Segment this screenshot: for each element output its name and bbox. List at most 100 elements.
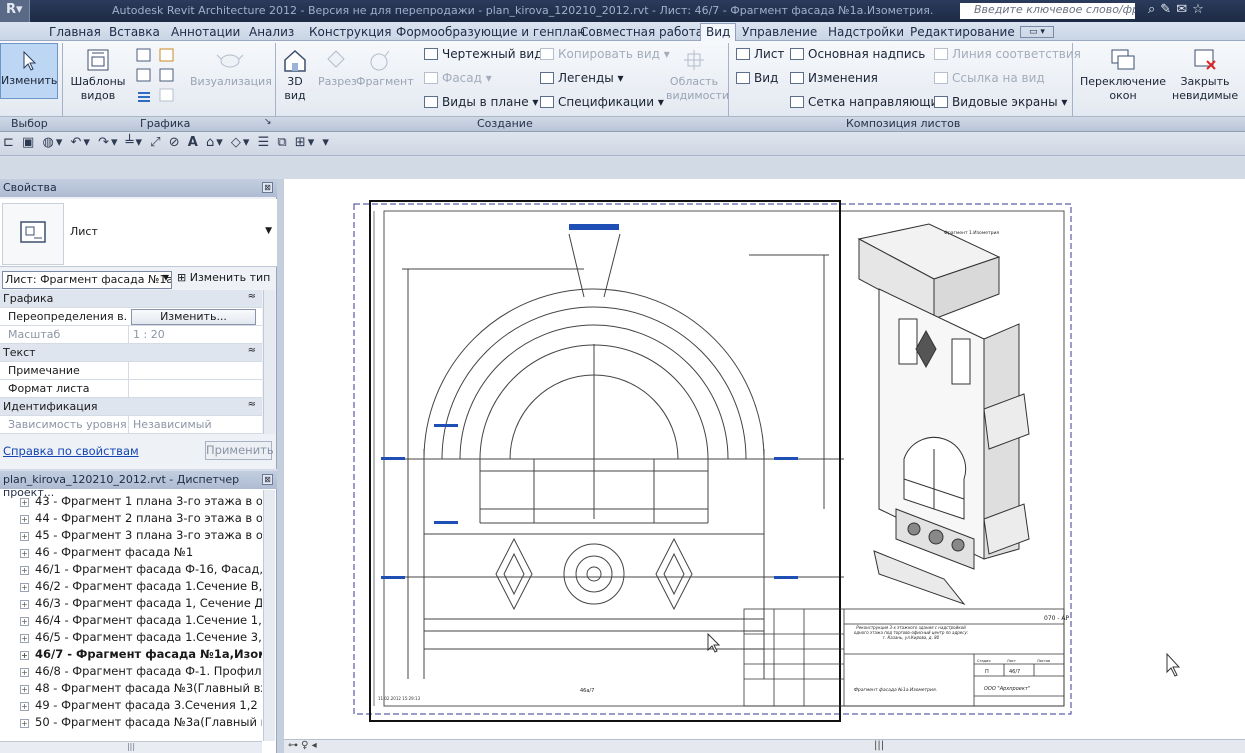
dimension-icon[interactable]: ⤢ <box>150 135 162 150</box>
title-block-button[interactable]: Основная надпись <box>790 45 925 63</box>
tab-addins[interactable]: Надстройки <box>823 24 909 41</box>
expand-icon[interactable]: + <box>20 719 29 728</box>
3d-view-button[interactable]: 3D вид <box>278 47 312 103</box>
properties-close-icon[interactable]: ⊠ <box>262 182 273 193</box>
measure-icon[interactable]: ╧ <box>126 135 136 150</box>
prop-overrides[interactable]: Переопределения в... Изменить... <box>0 308 262 326</box>
tree-item[interactable]: +46/4 - Фрагмент фасада 1.Сечение 1, 2 <box>0 613 262 630</box>
tab-manage[interactable]: Управление <box>737 24 822 41</box>
tab-view[interactable]: Вид <box>700 23 737 42</box>
modify-button[interactable]: Изменить <box>0 43 58 99</box>
default-3d-icon[interactable]: ⌂ <box>206 135 216 150</box>
switch-windows-button[interactable]: Переключение окон <box>1078 47 1168 103</box>
thin-lines-icon[interactable]: ☰ <box>258 135 272 150</box>
group-graphics[interactable]: Графика ≈ <box>0 290 262 308</box>
scope-box-button[interactable]: Область видимости <box>664 47 729 103</box>
expand-icon[interactable]: + <box>20 702 29 711</box>
group-text[interactable]: Текст ≈ <box>0 344 262 362</box>
apply-button[interactable]: Применить <box>205 441 274 460</box>
splitter[interactable] <box>277 179 284 753</box>
save-icon[interactable]: ▣ <box>22 135 36 150</box>
overrides-edit-button[interactable]: Изменить... <box>131 309 256 325</box>
tab-modify[interactable]: Редактирование <box>905 24 1020 41</box>
app-menu-button[interactable]: R▾ <box>0 0 30 22</box>
browser-close-icon[interactable]: ⊠ <box>262 474 273 485</box>
canvas-hscroll-thumb[interactable]: ||| <box>874 740 884 751</box>
visualization-button[interactable]: Визуализация <box>190 47 272 89</box>
expand-icon[interactable]: + <box>20 583 29 592</box>
place-view-button[interactable]: Вид <box>736 69 778 87</box>
panel-title-sheet-composition[interactable]: Композиция листов <box>846 117 960 130</box>
view-control-icons[interactable]: ⊶ ♀ ◂ <box>288 740 317 751</box>
tree-item[interactable]: +45 - Фрагмент 3 плана 3-го этажа в осях… <box>0 528 262 545</box>
communication-icon[interactable]: ✉ <box>1176 2 1192 17</box>
panel-title-graphics[interactable]: Графика <box>140 117 190 130</box>
section-qat-icon[interactable]: ◇ <box>231 135 243 150</box>
expand-icon[interactable]: + <box>20 685 29 694</box>
tree-item[interactable]: +46/8 - Фрагмент фасада Ф-1. Профили <box>0 664 262 681</box>
tree-item[interactable]: +46/3 - Фрагмент фасада 1, Сечение Д, Г. <box>0 596 262 613</box>
revisions-button[interactable]: Изменения <box>790 69 878 87</box>
tab-massing-site[interactable]: Формообразующие и генплан <box>391 24 590 41</box>
matchline-button[interactable]: Линия соответствия <box>934 45 1081 63</box>
type-selector[interactable]: Лист ▼ <box>0 199 277 267</box>
instance-filter-select[interactable]: Лист: Фрагмент фасада №1а ▼ <box>2 271 172 289</box>
view-templates-button[interactable]: Шаблоны видов <box>66 47 130 103</box>
expand-icon[interactable]: + <box>20 515 29 524</box>
expand-icon[interactable]: + <box>20 600 29 609</box>
type-dropdown-icon[interactable]: ▼ <box>265 226 272 236</box>
prop-value[interactable] <box>128 380 262 398</box>
group-identity[interactable]: Идентификация ≈ <box>0 398 262 416</box>
drawing-area[interactable]: Фрагмент 1а 46а/7 11.02.2012 15:29:13 Фр… <box>284 179 1245 739</box>
tree-item[interactable]: +48 - Фрагмент фасада №3(Главный вход), <box>0 681 262 698</box>
expand-icon[interactable]: + <box>20 617 29 626</box>
browser-hscrollbar[interactable]: ||| <box>0 741 262 753</box>
tab-annotate[interactable]: Аннотации <box>166 24 245 41</box>
expand-icon[interactable]: + <box>20 634 29 643</box>
schedules-button[interactable]: Спецификации ▾ <box>540 93 664 111</box>
tree-item[interactable]: +46 - Фрагмент фасада №1 <box>0 545 262 562</box>
callout-button[interactable]: Фрагмент <box>356 47 414 89</box>
close-windows-icon[interactable]: ⧉ <box>277 135 288 150</box>
expand-icon[interactable]: + <box>20 549 29 558</box>
sheet-button[interactable]: Лист <box>736 45 784 63</box>
tree-item[interactable]: +49 - Фрагмент фасада 3.Сечения 1,2 <box>0 698 262 715</box>
sync-icon[interactable]: ◍ <box>42 135 55 150</box>
viewports-button[interactable]: Видовые экраны ▾ <box>934 93 1067 111</box>
expand-icon[interactable]: + <box>20 532 29 541</box>
guide-grid-button[interactable]: Сетка направляющих <box>790 93 945 111</box>
tab-analyze[interactable]: Анализ <box>244 24 299 41</box>
sheet-view[interactable]: Фрагмент 1а 46а/7 11.02.2012 15:29:13 Фр… <box>284 179 1245 739</box>
tree-item[interactable]: +43 - Фрагмент 1 плана 3-го этажа в осях… <box>0 494 262 511</box>
switch-windows-qat-icon[interactable]: ⊞ <box>295 135 308 150</box>
tree-item[interactable]: +46/2 - Фрагмент фасада 1.Сечение В,С <box>0 579 262 596</box>
tag-icon[interactable]: ⊘ <box>169 135 182 150</box>
tab-structure[interactable]: Конструкция <box>304 24 396 41</box>
expand-icon[interactable]: + <box>20 498 29 507</box>
prop-value[interactable] <box>128 362 262 380</box>
tree-item[interactable]: +44 - Фрагмент 2 плана 3-го этажа в осях… <box>0 511 262 528</box>
edit-type-button[interactable]: ⊞ Изменить тип <box>177 271 270 284</box>
tab-home[interactable]: Главная <box>44 24 106 41</box>
drafting-view-button[interactable]: Чертежный вид <box>424 45 543 63</box>
graphics-tools-icon[interactable] <box>134 47 180 103</box>
browser-scrollbar[interactable] <box>263 490 275 741</box>
properties-scrollbar[interactable] <box>263 290 275 434</box>
expand-icon[interactable]: + <box>20 566 29 575</box>
tree-item-active-sheet[interactable]: +46/7 - Фрагмент фасада №1а,Изометри <box>0 647 262 664</box>
panel-title-select[interactable]: Выбор <box>11 117 48 130</box>
open-icon[interactable]: ⊏ <box>3 135 16 150</box>
subscription-icon[interactable]: ✎ <box>1160 2 1176 17</box>
graphics-dialog-launcher-icon[interactable]: ↘ <box>264 117 272 127</box>
legends-button[interactable]: Легенды ▾ <box>540 69 624 87</box>
expand-icon[interactable]: + <box>20 668 29 677</box>
plan-views-button[interactable]: Виды в плане ▾ <box>424 93 538 111</box>
elevation-button[interactable]: Фасад ▾ <box>424 69 492 87</box>
properties-help-link[interactable]: Справка по свойствам <box>3 444 139 458</box>
view-reference-button[interactable]: Ссылка на вид <box>934 69 1045 87</box>
duplicate-view-button[interactable]: Копировать вид ▾ <box>540 45 670 63</box>
tree-item[interactable]: +50 - Фрагмент фасада №3а(Главный вход <box>0 715 262 732</box>
tab-insert[interactable]: Вставка <box>104 24 165 41</box>
tab-collaborate[interactable]: Совместная работа <box>575 24 708 41</box>
tree-item[interactable]: +46/1 - Фрагмент фасада Ф-16, Фасад, Изо… <box>0 562 262 579</box>
